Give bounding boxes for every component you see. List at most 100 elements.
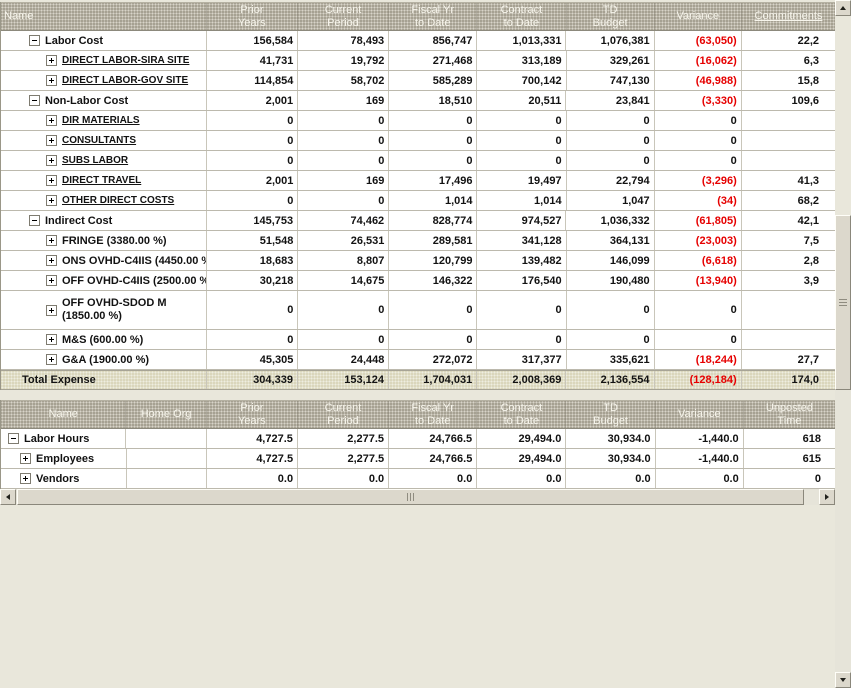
row-label-cell: M&S (600.00 %) <box>1 330 206 349</box>
account-link[interactable]: CONSULTANTS <box>62 135 136 146</box>
cell-td-budget: 0 <box>566 330 654 349</box>
cell-fiscal-yr-to-date: 0.0 <box>388 469 476 488</box>
cell-home-org <box>126 449 206 468</box>
cell-commitments: 174,0 <box>741 371 835 389</box>
column-header-contract-to-date[interactable]: Contract to Date <box>476 401 565 428</box>
table-row: G&A (1900.00 %)45,30524,448272,072317,37… <box>1 350 835 370</box>
account-link[interactable]: DIRECT LABOR-GOV SITE <box>62 75 188 86</box>
table-row: M&S (600.00 %)000000 <box>1 330 835 350</box>
account-link[interactable]: DIRECT LABOR-SIRA SITE <box>62 55 189 66</box>
expand-icon[interactable] <box>46 354 57 365</box>
cell-current-period: 8,807 <box>297 251 388 270</box>
cell-current-period: 2,277.5 <box>297 429 388 448</box>
column-header-prior-years[interactable]: Prior Years <box>206 401 297 428</box>
cell-variance: (46,988) <box>654 71 741 90</box>
cell-contract-to-date: 974,527 <box>476 211 565 230</box>
collapse-icon[interactable] <box>29 215 40 226</box>
vertical-scroll-track[interactable] <box>835 215 851 672</box>
cell-fiscal-yr-to-date: 120,799 <box>388 251 476 270</box>
table-row: OFF OVHD-SDOD M (1850.00 %)000000 <box>1 291 835 330</box>
account-link[interactable]: OTHER DIRECT COSTS <box>62 195 174 206</box>
expand-icon[interactable] <box>46 235 57 246</box>
column-header-home-org[interactable]: Home Org <box>125 401 205 428</box>
cell-prior-years: 41,731 <box>206 51 297 70</box>
row-label-cell: Labor Cost <box>1 31 206 50</box>
column-header-current-period[interactable]: Current Period <box>297 401 388 428</box>
cell-td-budget: 30,934.0 <box>565 449 654 468</box>
vertical-scrollbar[interactable] <box>835 0 851 489</box>
scroll-up-button[interactable] <box>835 0 851 16</box>
expand-icon[interactable] <box>46 334 57 345</box>
vertical-scroll-thumb[interactable] <box>835 215 851 390</box>
horizontal-scroll-track[interactable] <box>16 489 819 505</box>
cell-commitments: 27,7 <box>741 350 835 369</box>
expand-icon[interactable] <box>20 453 31 464</box>
cell-commitments: 109,6 <box>741 91 835 110</box>
horizontal-scrollbar[interactable] <box>0 489 835 505</box>
expand-icon[interactable] <box>46 175 57 186</box>
row-label: FRINGE (3380.00 %) <box>62 235 167 247</box>
column-header-prior-years[interactable]: Prior Years <box>206 3 297 30</box>
expand-icon[interactable] <box>46 155 57 166</box>
cell-current-period: 0 <box>297 151 388 170</box>
cell-contract-to-date: 1,013,331 <box>476 31 565 50</box>
cell-unposted-time: 615 <box>743 449 835 468</box>
column-header-fiscal-yr-to-date[interactable]: Fiscal Yr to Date <box>388 401 476 428</box>
scroll-down-button[interactable] <box>835 672 851 688</box>
expand-icon[interactable] <box>46 195 57 206</box>
cell-prior-years: 156,584 <box>206 31 297 50</box>
column-header-contract-to-date[interactable]: Contract to Date <box>476 3 565 30</box>
expand-icon[interactable] <box>46 135 57 146</box>
expand-icon[interactable] <box>46 75 57 86</box>
cell-current-period: 19,792 <box>297 51 388 70</box>
cell-variance: (6,618) <box>654 251 741 270</box>
table-row: DIRECT LABOR-GOV SITE114,85458,702585,28… <box>1 71 835 91</box>
expand-icon[interactable] <box>46 305 57 316</box>
expand-icon[interactable] <box>46 115 57 126</box>
cell-commitments: 68,2 <box>741 191 835 210</box>
horizontal-scroll-thumb[interactable] <box>17 489 804 505</box>
scroll-left-button[interactable] <box>0 489 16 505</box>
column-header-fiscal-yr-to-date[interactable]: Fiscal Yr to Date <box>388 3 476 30</box>
cell-td-budget: 23,841 <box>565 91 653 110</box>
column-header-td-budget[interactable]: TD Budget <box>565 401 654 428</box>
account-link[interactable]: DIR MATERIALS <box>62 115 140 126</box>
collapse-icon[interactable] <box>29 35 40 46</box>
cell-contract-to-date: 0 <box>476 111 565 130</box>
total-row: Total Expense304,339153,1241,704,0312,00… <box>1 370 835 390</box>
column-header-td-budget[interactable]: TD Budget <box>566 3 654 30</box>
cell-contract-to-date: 317,377 <box>476 350 565 369</box>
collapse-icon[interactable] <box>8 433 19 444</box>
expand-icon[interactable] <box>46 55 57 66</box>
cell-prior-years: 30,218 <box>206 271 297 290</box>
expand-icon[interactable] <box>46 275 57 286</box>
column-header-unposted-time[interactable]: Unposted Time <box>743 401 835 428</box>
column-header-current-period[interactable]: Current Period <box>297 3 388 30</box>
scroll-right-button[interactable] <box>819 489 835 505</box>
account-link[interactable]: SUBS LABOR <box>62 155 128 166</box>
column-header-variance[interactable]: Variance <box>655 401 743 428</box>
row-label: Labor Cost <box>45 35 103 47</box>
cell-td-budget: 1,076,381 <box>565 31 653 50</box>
row-label: Non-Labor Cost <box>45 95 128 107</box>
row-label: ONS OVHD-C4IIS (4450.00 %) <box>62 255 206 267</box>
column-header-name[interactable]: Name <box>1 401 125 428</box>
cell-prior-years: 0 <box>206 151 297 170</box>
table-row: Vendors0.00.00.00.00.00.00 <box>1 469 835 489</box>
cell-fiscal-yr-to-date: 585,289 <box>388 71 476 90</box>
table-row: SUBS LABOR000000 <box>1 151 835 171</box>
column-header-variance[interactable]: Variance <box>654 3 741 30</box>
row-label-cell: Total Expense <box>1 371 206 389</box>
cell-contract-to-date: 139,482 <box>476 251 565 270</box>
row-label-cell: OFF OVHD-C4IIS (2500.00 %) <box>1 271 206 290</box>
expand-icon[interactable] <box>46 255 57 266</box>
expand-icon[interactable] <box>20 473 31 484</box>
collapse-icon[interactable] <box>29 95 40 106</box>
column-header-commitments[interactable]: Commitments <box>741 3 835 30</box>
column-header-name[interactable]: Name <box>1 3 206 30</box>
cell-td-budget: 0 <box>566 151 654 170</box>
table-row: DIR MATERIALS000000 <box>1 111 835 131</box>
account-link[interactable]: DIRECT TRAVEL <box>62 175 141 186</box>
scroll-left-icon <box>6 494 10 500</box>
cell-commitments <box>741 330 835 349</box>
